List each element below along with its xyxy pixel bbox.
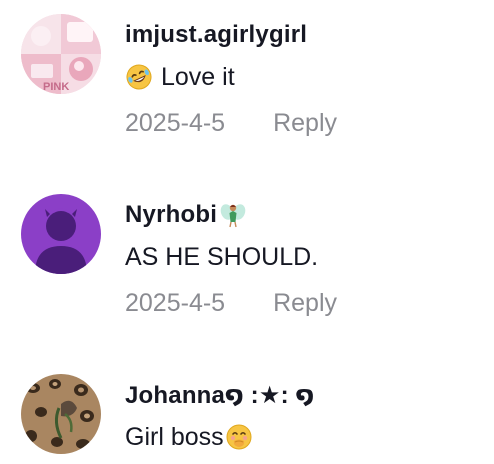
comment-date: 2025-4-5 — [125, 108, 226, 137]
comment-text: Girl boss — [125, 420, 253, 454]
comment-meta: 2025-4-5 Reply — [125, 286, 337, 320]
comment-text: Love it — [125, 60, 235, 94]
comment-text-content: AS HE SHOULD. — [125, 242, 319, 271]
rofl-emoji-icon — [125, 63, 153, 91]
username-text: imjust.agirlygirl — [125, 21, 308, 48]
comment-username[interactable]: Johanna໑ :★: ໑ — [125, 378, 314, 412]
leopard-print-avatar-image — [21, 374, 101, 454]
pink-collage-avatar-image: PINK — [21, 14, 101, 94]
username-text: Johanna໑ :★: ໑ — [125, 381, 315, 409]
reply-button[interactable]: Reply — [273, 289, 337, 318]
comment-date: 2025-4-5 — [125, 288, 226, 317]
avatar[interactable] — [21, 374, 101, 454]
comment-text-content: Girl boss — [125, 422, 224, 451]
comment-username[interactable]: Nyrhobi — [125, 198, 247, 232]
fairy-emoji-icon — [219, 201, 247, 229]
reply-button[interactable]: Reply — [273, 109, 337, 138]
username-text: Nyrhobi — [125, 201, 218, 228]
comment-meta: 2025-4-5 Reply — [125, 106, 337, 140]
avatar[interactable]: PINK — [21, 14, 101, 94]
avatar[interactable] — [21, 194, 101, 274]
svg-text:PINK: PINK — [43, 81, 69, 93]
face-with-hand-over-mouth-emoji-icon — [225, 423, 253, 451]
comment-username[interactable]: imjust.agirlygirl — [125, 18, 307, 52]
default-user-avatar-icon — [21, 194, 101, 274]
comment-text-content: Love it — [161, 62, 235, 91]
comment-text: AS HE SHOULD. — [125, 240, 318, 274]
